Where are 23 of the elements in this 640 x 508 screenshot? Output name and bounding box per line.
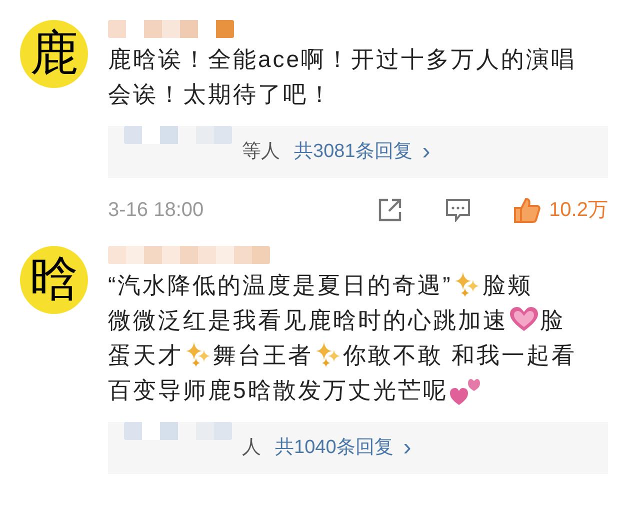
comment-icon[interactable] [445, 198, 472, 222]
heart-icon [509, 306, 539, 332]
comment-text: 会诶！太期待了吧！ [108, 81, 333, 107]
thumbs-up-icon [513, 196, 542, 224]
like-button[interactable]: 10.2万 [513, 195, 608, 225]
comment-text: 脸 [540, 307, 565, 333]
replies-link[interactable]: 共1040条回复 › [275, 434, 412, 462]
comment-text: 微微泛红是我看见鹿晗时的心跳加速 [108, 307, 508, 333]
hearts-icon [448, 376, 483, 406]
replies-link[interactable]: 共3081条回复 › [294, 138, 430, 166]
reply-names: 人 [242, 436, 261, 460]
comment-text: 你敢不敢 和我一起看 [343, 342, 576, 368]
avatar: 晗 [20, 246, 88, 314]
share-icon[interactable] [377, 197, 404, 223]
comment-text: 鹿晗诶！全能ace啊！开过十多万人的演唱 [108, 46, 576, 72]
reply-names: 等人 [242, 140, 280, 164]
comment-text: “汽水降低的温度是夏日的奇遇” [108, 272, 452, 298]
comment-text: 舞台王者 [213, 342, 313, 368]
comment-text: 脸颊 [482, 272, 532, 298]
timestamp: 3-16 18:00 [108, 198, 204, 223]
comment-text: 百变导师鹿5晗散发万丈光芒呢 [108, 377, 448, 403]
avatar: 鹿 [20, 20, 88, 88]
comment-text: 蛋天才 [108, 342, 183, 368]
